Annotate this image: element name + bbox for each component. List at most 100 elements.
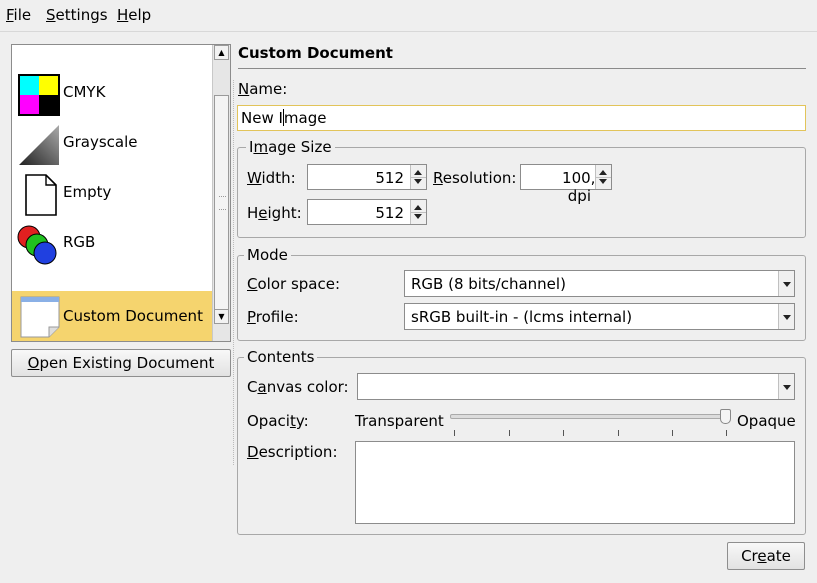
create-mnemonic: e [757,547,767,565]
panel-title: Custom Document [238,44,393,62]
description-label-mnemonic: D [247,443,259,461]
template-item-custom-document[interactable]: Custom Document [12,291,213,341]
height-value: 512 [375,204,404,222]
title-divider [238,68,806,69]
template-item-cmyk[interactable]: CMYK [12,69,213,119]
width-label-text: idth: [261,169,296,187]
description-label-text: escription: [258,443,338,461]
spin-up-icon[interactable] [414,205,422,210]
canvas-color-label-start: C [247,378,258,396]
template-label: Custom Document [63,307,203,325]
template-label: Empty [63,183,112,201]
spin-down-icon[interactable] [414,179,422,184]
scroll-up-arrow-icon[interactable]: ▲ [214,45,229,60]
name-value-end: mage [283,109,327,127]
width-spin-buttons[interactable] [410,165,426,189]
slider-tick [672,430,673,436]
description-label: Description: [247,443,338,461]
menu-file-mnemonic: F [6,6,14,24]
open-existing-mnemonic: O [27,354,40,372]
opacity-slider-track[interactable] [450,414,726,419]
menu-settings-mnemonic: S [46,6,56,24]
template-item-rgb[interactable]: RGB [12,219,213,269]
create-label-start: Cr [741,547,758,565]
color-space-select[interactable]: RGB (8 bits/channel) [404,270,795,297]
opacity-label-start: Opaci [247,412,290,430]
image-size-title: Image Size [246,138,335,156]
canvas-color-label-text: nvas color: [266,378,349,396]
height-label-start: H [247,204,259,222]
template-label: RGB [63,233,96,251]
mode-title: Mode [244,246,291,264]
name-label: Name: [238,80,287,98]
slider-tick [618,430,619,436]
template-list-scrollbar[interactable]: ▲ ▼ [212,45,230,341]
menu-help-mnemonic: H [117,6,129,24]
scroll-thumb[interactable] [214,95,229,317]
profile-label: Profile: [247,308,299,326]
resolution-spin-buttons[interactable] [595,165,611,189]
template-item-grayscale[interactable]: Grayscale [12,119,213,169]
template-item-empty[interactable]: Empty [12,169,213,219]
empty-document-icon [17,173,61,217]
resolution-spinbox[interactable]: 100,0 dpi [520,164,612,205]
spin-up-icon[interactable] [599,170,607,175]
image-size-title-rest: age Size [268,138,332,156]
dropdown-arrow-icon[interactable] [778,304,794,329]
canvas-color-label: Canvas color: [247,378,349,396]
opacity-slider-handle[interactable] [720,409,731,424]
create-button[interactable]: Create [727,542,805,570]
name-input[interactable]: New Image [237,105,806,131]
color-space-label: Color space: [247,275,340,293]
menu-file-label: ile [13,6,32,24]
dropdown-arrow-icon[interactable] [778,374,794,399]
height-spinbox[interactable]: 512 [307,199,427,225]
canvas-color-label-mnemonic: a [257,378,267,396]
menu-help-label: elp [128,6,152,24]
opacity-min-label: Transparent [355,412,444,430]
menu-settings[interactable]: Settings [46,6,108,24]
color-space-label-text: olor space: [257,275,340,293]
profile-label-mnemonic: P [247,308,256,326]
profile-label-text: rofile: [255,308,299,326]
open-existing-label: pen Existing Document [39,354,215,372]
height-label-mnemonic: e [258,204,268,222]
height-label-text: ight: [267,204,302,222]
opacity-label-text: y: [295,412,309,430]
name-label-mnemonic: N [238,80,250,98]
spin-down-icon[interactable] [599,179,607,184]
spin-down-icon[interactable] [414,214,422,219]
menu-help[interactable]: Help [117,6,151,24]
width-label: Width: [247,169,296,187]
spin-up-icon[interactable] [414,170,422,175]
rgb-icon [17,223,61,267]
create-label-rest: ate [766,547,791,565]
profile-select[interactable]: sRGB built-in - (lcms internal) [404,303,795,330]
slider-tick [454,430,455,436]
name-label-text: ame: [249,80,288,98]
canvas-color-select[interactable] [357,373,795,400]
scroll-down-arrow-icon[interactable]: ▼ [214,309,229,324]
open-existing-document-button[interactable]: Open Existing Document [11,349,231,377]
grip-icon [219,196,226,210]
custom-document-icon [17,295,61,339]
width-value: 512 [375,169,404,187]
dropdown-arrow-icon[interactable] [778,271,794,296]
opacity-max-label: Opaque [737,412,796,430]
resolution-label-text: esolution: [442,169,517,187]
name-value-start: New I [241,109,283,127]
width-label-mnemonic: W [247,169,262,187]
description-textarea[interactable] [355,441,795,524]
resolution-label-mnemonic: R [433,169,443,187]
profile-value: sRGB built-in - (lcms internal) [411,308,633,326]
menu-bar: File Settings Help [0,0,817,32]
height-spin-buttons[interactable] [410,200,426,224]
color-space-label-mnemonic: C [247,275,258,293]
width-spinbox[interactable]: 512 [307,164,427,190]
template-list[interactable]: CMYK Grayscale Empty RGB Custom Document [11,44,231,342]
color-space-value: RGB (8 bits/channel) [411,275,566,293]
slider-tick [563,430,564,436]
contents-title: Contents [244,348,318,366]
template-label: Grayscale [63,133,138,151]
menu-file[interactable]: File [6,6,31,24]
